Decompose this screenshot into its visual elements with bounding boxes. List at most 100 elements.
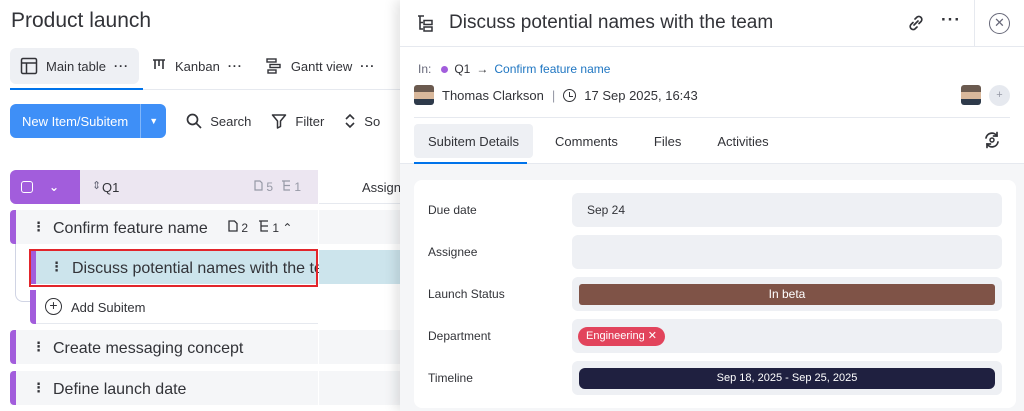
field-label: Department [428, 329, 491, 343]
remove-tag-icon[interactable]: ✕ [648, 330, 657, 342]
subitems-toggle[interactable]: 1 ⌃ [258, 220, 292, 235]
copy-link-icon[interactable] [906, 13, 926, 38]
assignee-cell[interactable] [319, 330, 400, 364]
breadcrumb-prefix: In: [418, 62, 432, 76]
filter-button[interactable]: Filter [271, 113, 324, 129]
group-color-bar [10, 371, 16, 405]
subitems-count-value: 1 [294, 180, 302, 194]
divider [414, 117, 1010, 118]
page-title: Product launch [11, 9, 152, 32]
group-color-bar [10, 210, 16, 244]
panel-title[interactable]: Discuss potential names with the team [449, 12, 773, 34]
add-circle-icon[interactable]: + [45, 298, 62, 315]
avatar[interactable] [414, 85, 434, 105]
launch-status-input[interactable]: In beta [572, 277, 1002, 311]
assignee-cell[interactable] [319, 371, 400, 405]
due-date-input[interactable]: Sep 24 [572, 193, 1002, 227]
sync-icon[interactable] [982, 130, 1002, 155]
row-menu-icon[interactable]: ⋮ [32, 219, 45, 235]
sort-icon [345, 113, 355, 129]
assignee-cell[interactable] [319, 210, 400, 244]
new-item-button[interactable]: New Item/Subitem ▼ [10, 104, 167, 138]
gantt-icon [266, 58, 281, 74]
item-name[interactable]: Create messaging concept [53, 340, 243, 358]
filter-icon [272, 114, 287, 129]
assignee-column-header[interactable]: Assignee [319, 170, 415, 204]
subitem-icon [259, 220, 269, 232]
table-row[interactable]: ⋮ Define launch date [10, 371, 400, 405]
avatar[interactable] [961, 85, 981, 105]
tab-label: Kanban [174, 58, 220, 74]
search-label: Search [210, 113, 252, 129]
tab-files[interactable]: Files [640, 124, 695, 158]
item-name[interactable]: Define launch date [53, 381, 186, 399]
files-count-value: 2 [241, 221, 249, 235]
group-header: ⌄ ⇕ Q1 5 1 Assignee [10, 170, 415, 204]
search-icon [186, 113, 202, 129]
table-icon [20, 57, 38, 75]
group-color-bar [10, 330, 16, 364]
chevron-up-icon[interactable]: ⌃ [282, 221, 292, 235]
new-item-label: New Item/Subitem [22, 113, 129, 129]
subitem-panel: Discuss potential names with the team ··… [400, 0, 1024, 411]
tab-label: Gantt view [290, 58, 353, 74]
field-label: Due date [428, 203, 477, 217]
files-count[interactable]: 2 [228, 220, 248, 235]
selection-highlight [29, 249, 318, 287]
assignee-input[interactable] [572, 235, 1002, 269]
field-launch-status: Launch Status In beta [414, 277, 1016, 311]
add-subitem-row[interactable]: + Add Subitem [30, 290, 400, 324]
tab-main-table[interactable]: Main table ··· [10, 48, 139, 84]
panel-tabs: Subitem Details Comments Files Activitie… [414, 124, 783, 158]
select-all-checkbox[interactable] [21, 181, 33, 193]
field-label: Timeline [428, 371, 473, 385]
timeline-range[interactable]: Sep 18, 2025 - Sep 25, 2025 [579, 368, 995, 389]
group-counts: 5 1 [254, 180, 301, 194]
field-due-date: Due date Sep 24 [414, 193, 1016, 227]
view-more-icon[interactable]: ··· [114, 59, 129, 73]
subitem-assignee-cell[interactable] [319, 250, 400, 284]
tab-label: Main table [46, 58, 106, 74]
subitem-icon [416, 14, 434, 37]
tab-kanban[interactable]: Kanban ··· [141, 48, 253, 84]
view-tabs: Main table ··· Kanban ··· Gantt view ··· [10, 48, 385, 84]
subitem-details-card: Due date Sep 24 Assignee Launch Status I… [414, 180, 1016, 408]
item-name[interactable]: Confirm feature name [53, 220, 208, 238]
view-more-icon[interactable]: ··· [360, 59, 375, 73]
group-name[interactable]: Q1 [102, 180, 119, 195]
department-tag[interactable]: Engineering ✕ [578, 327, 665, 346]
header-divider [974, 0, 975, 46]
status-badge[interactable]: In beta [579, 284, 995, 305]
more-options-icon[interactable]: ··· [941, 10, 961, 30]
search-button[interactable]: Search [186, 113, 251, 129]
clock-icon [563, 88, 577, 102]
table-row[interactable]: ⋮ Create messaging concept [10, 330, 400, 364]
sort-button[interactable]: So [344, 113, 380, 129]
add-person-icon[interactable]: + [989, 85, 1010, 106]
sort-arrows-icon[interactable]: ⇕ [92, 179, 101, 192]
breadcrumb-group[interactable]: Q1 [454, 62, 470, 76]
files-count-value: 5 [266, 180, 274, 194]
view-more-icon[interactable]: ··· [228, 59, 243, 73]
active-view-indicator [10, 88, 143, 90]
row-menu-icon[interactable]: ⋮ [32, 339, 45, 355]
field-department: Department Engineering ✕ [414, 319, 1016, 353]
row-menu-icon[interactable]: ⋮ [32, 380, 45, 396]
subscriber-avatar[interactable] [961, 85, 981, 105]
table-row[interactable]: ⋮ Confirm feature name 2 1 ⌃ [10, 210, 400, 244]
add-subitem-label[interactable]: Add Subitem [71, 300, 145, 315]
tab-gantt-view[interactable]: Gantt view ··· [255, 48, 385, 84]
timeline-input[interactable]: Sep 18, 2025 - Sep 25, 2025 [572, 361, 1002, 395]
close-icon[interactable]: ✕ [989, 13, 1010, 34]
tab-comments[interactable]: Comments [541, 124, 632, 158]
arrow-right-icon: → [476, 62, 489, 76]
tab-subitem-details[interactable]: Subitem Details [414, 124, 534, 158]
parent-item-link[interactable]: Confirm feature name [494, 62, 610, 76]
creator-name[interactable]: Thomas Clarkson [442, 88, 544, 103]
department-input[interactable]: Engineering ✕ [572, 319, 1002, 353]
tab-activities[interactable]: Activities [703, 124, 782, 158]
group-header-controls: ⌄ [10, 170, 80, 204]
subitems-count-value: 1 [272, 221, 280, 235]
chevron-down-icon[interactable]: ▼ [140, 104, 166, 138]
chevron-down-icon[interactable]: ⌄ [49, 180, 59, 194]
